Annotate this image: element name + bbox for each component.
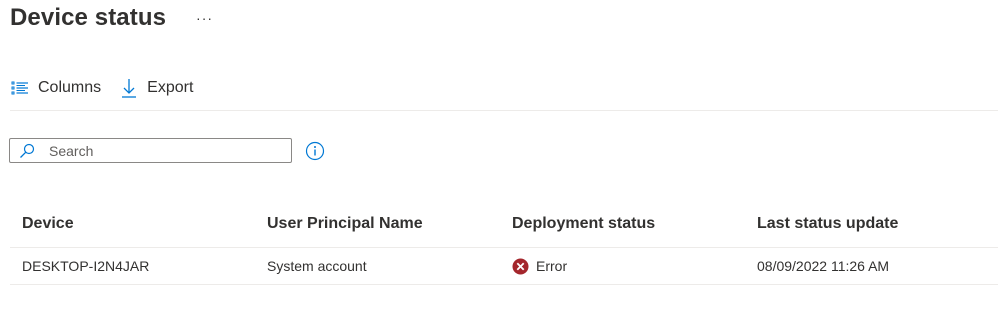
columns-label: Columns — [38, 79, 102, 96]
toolbar: Columns Export — [10, 72, 211, 104]
status-text: Error — [536, 258, 568, 274]
page-title: Device status — [10, 4, 167, 31]
toolbar-divider — [10, 110, 998, 111]
page-header: Device status ··· — [10, 0, 217, 36]
search-box[interactable] — [9, 138, 292, 163]
column-header-deployment-status[interactable]: Deployment status — [500, 215, 745, 233]
search-icon — [19, 143, 35, 159]
more-options-button[interactable]: ··· — [192, 11, 217, 25]
column-header-last-status-update[interactable]: Last status update — [745, 215, 998, 233]
search-row — [9, 138, 325, 163]
error-circle-icon — [512, 258, 529, 275]
download-icon — [119, 78, 139, 98]
table-row[interactable]: DESKTOP-I2N4JAR System account Error 08/… — [10, 248, 998, 285]
upn-cell: System account — [267, 258, 367, 274]
export-label: Export — [147, 79, 194, 96]
export-button[interactable]: Export — [119, 78, 193, 98]
last-update-cell: 08/09/2022 11:26 AM — [757, 258, 890, 274]
columns-button[interactable]: Columns — [10, 78, 101, 98]
device-status-table: Device User Principal Name Deployment st… — [10, 200, 998, 285]
search-input[interactable] — [49, 142, 259, 159]
columns-icon — [10, 78, 30, 98]
device-cell: DESKTOP-I2N4JAR — [22, 258, 150, 274]
column-header-device[interactable]: Device — [10, 215, 255, 233]
deployment-status-cell: Error — [500, 258, 745, 275]
info-icon[interactable] — [305, 141, 325, 161]
column-header-upn[interactable]: User Principal Name — [255, 215, 500, 233]
table-header-row: Device User Principal Name Deployment st… — [10, 200, 998, 248]
